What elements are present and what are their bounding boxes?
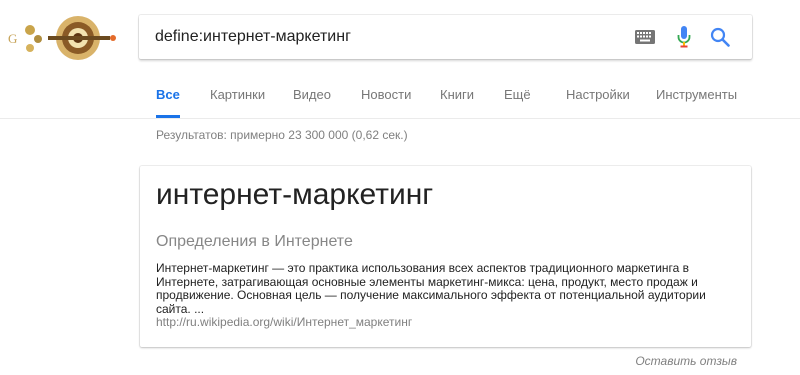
google-doodle-logo[interactable]: G xyxy=(8,12,120,64)
tab-more[interactable]: Ещё xyxy=(504,80,531,116)
definition-text-block: Интернет-маркетинг — это практика исполь… xyxy=(156,261,740,330)
definition-text: Интернет-маркетинг — это практика исполь… xyxy=(156,261,706,316)
feedback-link[interactable]: Оставить отзыв xyxy=(635,354,737,368)
microphone-icon[interactable] xyxy=(677,26,691,48)
tab-books[interactable]: Книги xyxy=(440,80,474,116)
source-link[interactable]: http://ru.wikipedia.org/wiki/Интернет_ма… xyxy=(156,315,740,330)
tab-all[interactable]: Все xyxy=(156,80,180,118)
tab-images[interactable]: Картинки xyxy=(210,80,265,116)
search-input[interactable] xyxy=(155,15,615,59)
definition-subtitle: Определения в Интернете xyxy=(156,233,353,250)
header: G define:интернет-маркетинг Все Картинки… xyxy=(0,0,800,119)
keyboard-icon[interactable] xyxy=(635,30,655,44)
tab-videos[interactable]: Видео xyxy=(293,80,331,116)
search-box[interactable] xyxy=(139,15,752,59)
tab-settings[interactable]: Настройки xyxy=(566,80,630,116)
svg-text:G: G xyxy=(8,31,17,46)
results-stats: Результатов: примерно 23 300 000 (0,62 с… xyxy=(156,128,408,142)
search-tabs: Все Картинки Видео Новости Книги Ещё Нас… xyxy=(0,80,800,118)
tab-news[interactable]: Новости xyxy=(361,80,411,116)
search-icon[interactable] xyxy=(710,27,730,47)
definition-card: интернет-маркетинг Определения в Интерне… xyxy=(140,166,751,347)
definition-term: интернет-маркетинг xyxy=(156,178,434,211)
tab-tools[interactable]: Инструменты xyxy=(656,80,737,116)
